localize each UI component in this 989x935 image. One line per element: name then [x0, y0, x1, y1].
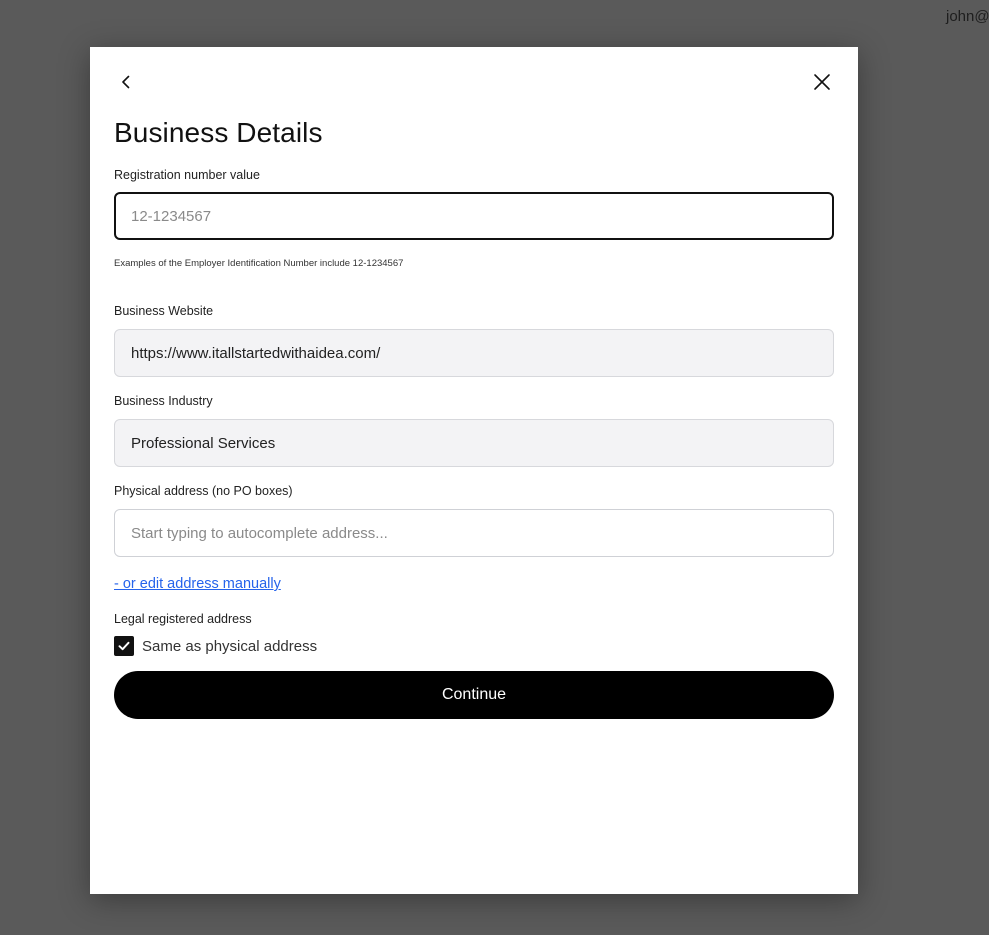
- registration-helper-text: Examples of the Employer Identification …: [114, 258, 404, 269]
- legal-address-label: Legal registered address: [114, 612, 252, 626]
- same-as-physical-label: Same as physical address: [142, 637, 318, 655]
- close-button[interactable]: [808, 68, 836, 96]
- dialog-title: Business Details: [114, 117, 323, 148]
- continue-button[interactable]: Continue: [114, 671, 834, 719]
- business-website-label: Business Website: [114, 304, 214, 318]
- registration-number-label: Registration number value: [114, 168, 260, 182]
- registration-number-input[interactable]: [114, 192, 834, 240]
- same-as-physical-row[interactable]: Same as physical address: [114, 636, 317, 656]
- business-industry-input[interactable]: [114, 419, 834, 467]
- business-details-dialog: Business Details Registration number val…: [90, 47, 858, 894]
- physical-address-input[interactable]: [114, 509, 834, 557]
- same-as-physical-checkbox[interactable]: [114, 636, 134, 656]
- physical-address-label: Physical address (no PO boxes): [114, 484, 293, 498]
- chevron-left-icon: [122, 75, 130, 89]
- business-industry-label: Business Industry: [114, 394, 213, 408]
- back-button[interactable]: [112, 68, 140, 96]
- edit-address-manually-link[interactable]: - or edit address manually: [114, 576, 281, 592]
- close-icon: [814, 74, 830, 90]
- checkmark-icon: [118, 641, 130, 651]
- business-website-input[interactable]: [114, 329, 834, 377]
- user-email-label: john@: [946, 8, 989, 25]
